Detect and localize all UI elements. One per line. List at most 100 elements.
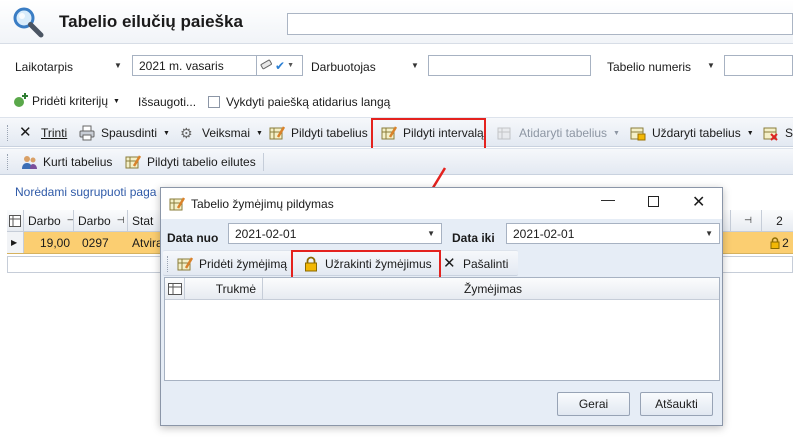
fill-tables-button[interactable]: Pildyti tabelius [269,123,368,143]
grid-col-right[interactable]: 2 [762,210,793,231]
table-red-icon [763,125,779,141]
data-iki-label: Data iki [452,231,495,245]
add-mark-label: Pridėti žymėjimą [199,257,288,271]
add-criteria-button[interactable]: Pridėti kriterijų ▼ [13,91,120,111]
pin-icon: ⊣ [744,215,752,225]
eraser-icon[interactable] [259,57,273,74]
laikotarpis-dropdown-icon[interactable]: ▼ [114,61,122,70]
dialog-titlebar[interactable]: Tabelio žymėjimų pildymas — ✕ [161,188,722,219]
actions-chevron-icon: ▼ [256,129,263,137]
ok-button[interactable]: Gerai [557,392,630,416]
add-mark-button[interactable]: Pridėti žymėjimą [177,254,287,274]
print-label: Spausdinti [101,126,158,140]
table-pencil-icon [177,256,194,272]
dialog-title: Tabelio žymėjimų pildymas [191,197,334,211]
fill-marks-dialog: Tabelio žymėjimų pildymas — ✕ Data nuo 2… [160,187,723,426]
grid-col-1[interactable]: Darbo ⊣ [24,210,74,231]
close-tables-button[interactable]: Uždaryti tabelius ▼ [630,123,754,143]
row-cell-2[interactable]: 0297 [74,232,128,253]
close-tables-label: Uždaryti tabelius [652,126,741,140]
data-iki-field[interactable]: 2021-02-01 ▼ [506,223,720,244]
grid-corner[interactable] [7,210,24,231]
close-icon: ✕ [443,255,456,272]
delete-label: Trinti [41,126,68,140]
group-hint: Norėdami sugrupuoti paga [15,185,157,199]
col-duration[interactable]: Trukmė [185,278,263,299]
pin-icon: ⊣ [116,215,125,225]
marks-grid-corner[interactable] [165,278,185,299]
run-on-open-label: Vykdyti paiešką atidarius langą [226,95,391,109]
dialog-toolbar-grip[interactable] [167,256,170,272]
pin-icon: ⊣ [66,215,74,225]
close-tables-chevron-icon: ▼ [746,129,754,137]
truncated-label: S [785,126,793,140]
tabelio-numeris-label: Tabelio numeris [607,60,692,74]
open-tables-button[interactable]: Atidaryti tabelius ▼ [497,123,620,143]
data-nuo-label: Data nuo [167,231,219,245]
grid-columns-icon [168,282,182,295]
people-icon [21,154,37,170]
darbuotojas-label: Darbuotojas [311,60,376,74]
fill-tables-label: Pildyti tabelius [291,126,368,140]
grid-col-1-label: Darbo [28,213,61,228]
window-header: Tabelio eilučių paieška [0,0,793,44]
fill-rows-button[interactable]: Pildyti tabelio eilutes [125,152,256,172]
search-input[interactable] [287,13,793,35]
add-criteria-label: Pridėti kriterijų [32,94,109,108]
marks-grid-header: Trukmė Žymėjimas [165,278,719,300]
col-mark[interactable]: Žymėjimas [263,278,719,299]
row-indicator-icon: ▶ [7,232,24,253]
data-nuo-field[interactable]: 2021-02-01 ▼ [228,223,442,244]
run-on-open-checkbox[interactable] [208,96,220,108]
data-iki-value: 2021-02-01 [513,226,575,241]
laikotarpis-label: Laikotarpis [15,60,74,74]
chevron-down-icon[interactable]: ▼ [287,62,294,69]
close-icon: ✕ [19,124,32,141]
table-pencil-icon [169,196,186,215]
secondary-toolbar: Kurti tabelius Pildyti tabelio eilutes [0,148,793,175]
print-chevron-icon: ▼ [163,129,170,137]
open-tables-label: Atidaryti tabelius [519,126,608,140]
actions-button[interactable]: ⚙ Veiksmai ▼ [180,123,263,143]
laikotarpis-field[interactable]: 2021 m. vasaris [132,55,257,76]
remove-button[interactable]: ✕ Pašalinti [443,254,508,274]
tabelio-numeris-dropdown-icon[interactable]: ▼ [707,61,715,70]
data-nuo-value: 2021-02-01 [235,226,297,241]
table-lock-icon [630,125,646,141]
close-icon[interactable]: ✕ [692,192,705,212]
fill-rows-label: Pildyti tabelio eilutes [147,155,256,169]
minimize-icon[interactable]: — [601,191,615,207]
grid-columns-icon [9,214,21,227]
search-magnifier-icon [12,6,44,38]
row-right-value: 2 [782,235,789,250]
row-cell-right[interactable]: 2 [762,232,793,253]
add-criteria-chevron-icon: ▼ [113,97,120,105]
chevron-down-icon[interactable]: ▼ [427,229,435,238]
checkmark-icon[interactable]: ✔ [275,59,285,73]
toolbar2-grip[interactable] [7,154,10,170]
delete-button[interactable]: ✕ Trinti [19,123,67,143]
truncated-button[interactable]: S [763,123,793,143]
grid-col-2[interactable]: Darbo ⊣ [74,210,128,231]
toolbar-grip[interactable] [7,125,10,141]
darbuotojas-field[interactable] [428,55,591,76]
gear-icon: ⚙ [180,125,193,141]
add-criteria-icon [13,93,29,109]
create-tables-label: Kurti tabelius [43,155,113,169]
chevron-down-icon[interactable]: ▼ [705,229,713,238]
table-open-icon [497,125,513,141]
tabelio-numeris-field[interactable] [724,55,793,76]
grid-col-right-label: 2 [776,213,783,228]
save-button[interactable]: Išsaugoti... [138,95,196,109]
maximize-icon[interactable] [648,196,659,207]
create-tables-button[interactable]: Kurti tabelius [21,152,112,172]
lock-icon [770,236,780,249]
grid-col-pin[interactable]: ⊣ [730,210,762,231]
row-cell-1[interactable]: 19,00 [24,232,74,253]
cancel-button[interactable]: Atšaukti [640,392,713,416]
toolbar2-separator [263,153,264,171]
print-button[interactable]: Spausdinti ▼ [79,123,170,143]
darbuotojas-dropdown-icon[interactable]: ▼ [411,61,419,70]
marks-grid: Trukmė Žymėjimas [164,277,720,381]
open-tables-chevron-icon: ▼ [613,129,620,137]
